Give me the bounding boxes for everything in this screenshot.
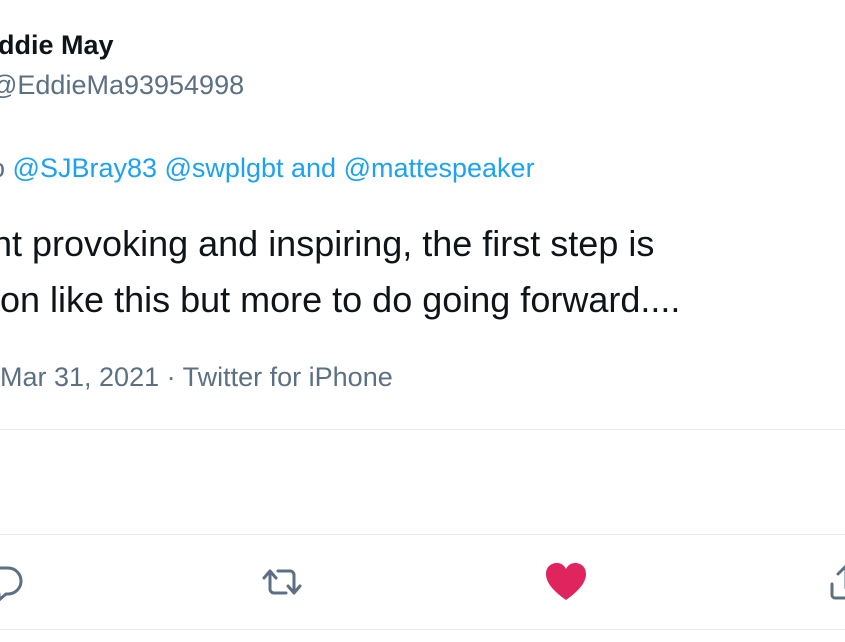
tweet-source[interactable]: Twitter for iPhone xyxy=(183,362,393,392)
meta-separator: · xyxy=(166,362,176,392)
reply-button[interactable] xyxy=(0,558,30,606)
tweet-meta: Mar 31, 2021 · Twitter for iPhone xyxy=(0,362,393,393)
mention-mattespeaker[interactable]: @mattespeaker xyxy=(344,153,535,183)
tweet-timestamp[interactable]: Mar 31, 2021 xyxy=(0,362,159,392)
mention-swplgbt[interactable]: @swplgbt xyxy=(165,153,284,183)
author-handle[interactable]: @EddieMa93954998 xyxy=(0,70,244,101)
divider xyxy=(0,629,845,630)
divider xyxy=(0,429,845,430)
divider xyxy=(0,534,845,535)
reply-icon xyxy=(0,562,26,602)
replying-to: o @SJBray83 @swplgbt and @mattespeaker xyxy=(0,153,535,184)
mention-sjbray83[interactable]: @SJBray83 xyxy=(13,153,157,183)
author-display-name[interactable]: ddie May xyxy=(0,30,114,61)
tweet-text-line: ion like this but more to do going forwa… xyxy=(0,279,681,320)
retweet-icon xyxy=(258,562,306,602)
retweet-button[interactable] xyxy=(258,558,306,606)
like-button[interactable] xyxy=(542,558,590,606)
tweet-text: nt provoking and inspiring, the first st… xyxy=(0,216,680,328)
replying-to-prefix: o xyxy=(0,153,13,183)
share-icon xyxy=(826,562,845,602)
replying-to-and: and xyxy=(291,153,337,183)
tweet-text-line: nt provoking and inspiring, the first st… xyxy=(0,223,655,264)
share-button[interactable] xyxy=(822,558,845,606)
heart-icon xyxy=(544,562,588,602)
tweet-detail: ddie May @EddieMa93954998 o @SJBray83 @s… xyxy=(0,0,845,642)
